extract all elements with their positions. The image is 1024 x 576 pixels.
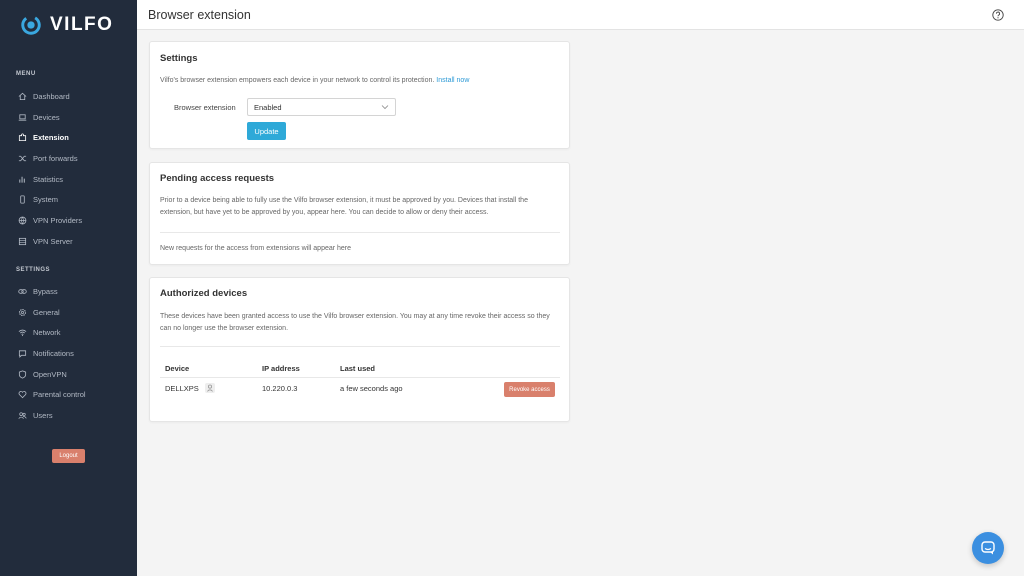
settings-description: Vilfo's browser extension empowers each … (160, 75, 560, 87)
authorized-divider (160, 346, 560, 347)
sidebar-item-openvpn[interactable]: OpenVPN (0, 364, 137, 385)
vilfo-logo-icon (21, 15, 41, 35)
pending-card-title: Pending access requests (160, 173, 275, 184)
settings-card-title: Settings (160, 53, 198, 64)
sidebar-item-vpn-providers[interactable]: VPN Providers (0, 210, 137, 231)
table-header-line (160, 377, 560, 378)
sidebar-item-label: OpenVPN (33, 369, 67, 379)
sidebar-item-network[interactable]: Network (0, 322, 137, 343)
puzzle-icon (18, 133, 27, 142)
chat-icon (981, 541, 995, 555)
sidebar-item-label: VPN Providers (33, 215, 83, 225)
chat-bubble-icon (18, 349, 27, 358)
sidebar-item-vpn-server[interactable]: VPN Server (0, 231, 137, 252)
page-title: Browser extension (148, 8, 251, 22)
sidebar-item-devices[interactable]: Devices (0, 107, 137, 128)
ip-cell: 10.220.0.3 (262, 384, 298, 393)
heart-icon (18, 390, 27, 399)
sidebar-item-label: Bypass (33, 286, 58, 296)
laptop-icon (18, 113, 27, 122)
top-header: Browser extension (137, 0, 1024, 30)
device-cell: DELLXPS (165, 383, 215, 394)
sidebar-item-label: Statistics (33, 174, 64, 184)
sidebar-item-system[interactable]: System (0, 189, 137, 210)
gear-icon (18, 308, 27, 317)
browser-extension-label: Browser extension (174, 103, 236, 112)
sidebar-item-dashboard[interactable]: Dashboard (0, 86, 137, 107)
sidebar-item-label: System (33, 195, 59, 205)
sidebar-item-notifications[interactable]: Notifications (0, 343, 137, 364)
settings-section-label: SETTINGS (16, 267, 51, 273)
logo[interactable]: VILFO (20, 14, 113, 36)
globe-icon (18, 216, 27, 225)
authorized-card-title: Authorized devices (160, 288, 248, 299)
sidebar-item-extension[interactable]: Extension (0, 127, 137, 148)
select-value: Enabled (254, 102, 282, 112)
pending-divider (160, 232, 560, 233)
sidebar-item-statistics[interactable]: Statistics (0, 169, 137, 190)
pending-requests-card: Pending access requests Prior to a devic… (149, 162, 570, 265)
menu-section-label: MENU (16, 71, 36, 77)
brand-name: VILFO (50, 14, 114, 35)
phone-icon (18, 195, 27, 204)
pending-empty-text: New requests for the access from extensi… (160, 245, 352, 252)
sidebar-item-users[interactable]: Users (0, 405, 137, 426)
sidebar-item-parental-control[interactable]: Parental control (0, 384, 137, 405)
sidebar: VILFO MENU Dashboard Devices Extension P… (0, 0, 137, 576)
logout-button[interactable]: Logout (52, 449, 85, 463)
sidebar-item-label: Users (33, 410, 53, 420)
help-circle-icon[interactable] (992, 9, 1004, 21)
sidebar-item-port-forwards[interactable]: Port forwards (0, 148, 137, 169)
column-header-device: Device (165, 364, 190, 373)
column-header-last-used: Last used (340, 364, 376, 373)
settings-card: Settings Vilfo's browser extension empow… (149, 41, 570, 149)
update-button[interactable]: Update (247, 122, 286, 140)
wifi-icon (18, 328, 27, 337)
sidebar-item-label: Dashboard (33, 91, 70, 101)
user-icon (204, 383, 215, 394)
column-header-ip: IP address (262, 364, 300, 373)
sidebar-item-label: Extension (33, 133, 69, 143)
users-icon (18, 411, 27, 420)
sidebar-item-label: Parental control (33, 390, 86, 400)
sidebar-item-bypass[interactable]: Bypass (0, 281, 137, 302)
bar-chart-icon (18, 175, 27, 184)
browser-extension-select[interactable]: Enabled (247, 98, 396, 116)
link-icon (18, 287, 27, 296)
shield-icon (18, 370, 27, 379)
authorized-devices-card: Authorized devices These devices have be… (149, 277, 570, 422)
authorized-description: These devices have been granted access t… (160, 313, 550, 332)
shuffle-icon (18, 154, 27, 163)
sidebar-item-label: Port forwards (33, 153, 78, 163)
sidebar-item-label: Devices (33, 112, 60, 122)
revoke-access-button[interactable]: Revoke access (504, 382, 555, 397)
chevron-down-icon (381, 105, 389, 110)
menu-nav: Dashboard Devices Extension Port forward… (0, 86, 137, 252)
pending-description: Prior to a device being able to fully us… (160, 197, 528, 216)
sidebar-item-label: General (33, 307, 60, 317)
home-icon (18, 92, 27, 101)
server-icon (18, 237, 27, 246)
last-used-cell: a few seconds ago (340, 384, 403, 393)
sidebar-item-general[interactable]: General (0, 302, 137, 323)
install-now-link[interactable]: Install now (436, 77, 469, 84)
settings-description-text: Vilfo's browser extension empowers each … (160, 77, 435, 84)
chat-button[interactable] (972, 532, 1004, 564)
sidebar-item-label: VPN Server (33, 236, 73, 246)
device-name: DELLXPS (165, 384, 199, 393)
settings-nav: Bypass General Network Notifications Ope… (0, 281, 137, 426)
sidebar-item-label: Notifications (33, 348, 74, 358)
sidebar-item-label: Network (33, 328, 61, 338)
